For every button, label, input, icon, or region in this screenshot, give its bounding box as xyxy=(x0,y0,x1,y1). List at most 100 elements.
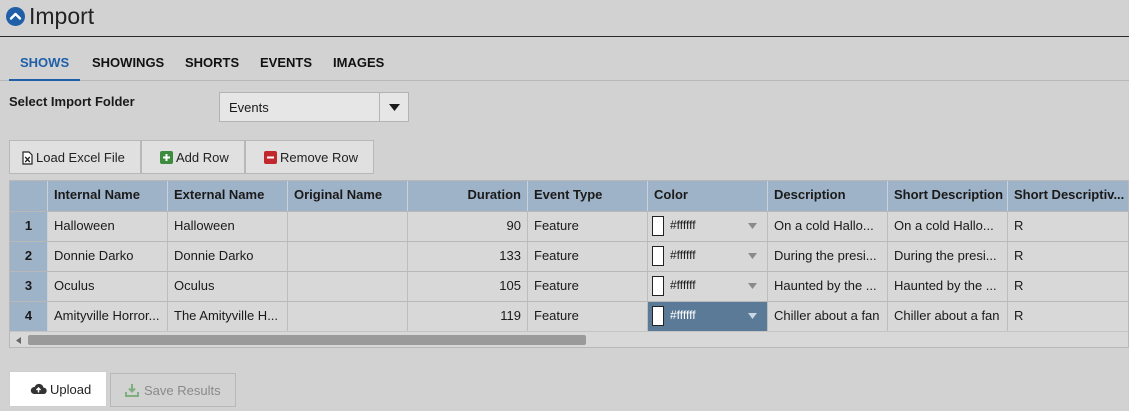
dropdown-button[interactable] xyxy=(379,93,408,121)
scroll-left-icon[interactable] xyxy=(16,337,21,344)
load-excel-file-button[interactable]: Load Excel File xyxy=(9,140,141,174)
row-number: 2 xyxy=(10,242,48,271)
cell-description[interactable]: On a cold Hallo... xyxy=(768,212,888,241)
color-swatch xyxy=(652,276,664,296)
cell-event-type[interactable]: Feature xyxy=(528,212,648,241)
cell-original-name[interactable] xyxy=(288,302,408,331)
cell-internal-name[interactable]: Amityville Horror... xyxy=(48,302,168,331)
remove-row-button[interactable]: Remove Row xyxy=(245,140,374,174)
cell-original-name[interactable] xyxy=(288,272,408,301)
cell-external-name[interactable]: Oculus xyxy=(168,272,288,301)
cell-original-name[interactable] xyxy=(288,242,408,271)
header-short-description[interactable]: Short Description xyxy=(888,181,1008,211)
color-value: #ffffff xyxy=(670,218,696,232)
cell-description[interactable]: During the presi... xyxy=(768,242,888,271)
tab-events[interactable]: EVENTS xyxy=(260,48,312,81)
tab-showings[interactable]: SHOWINGS xyxy=(92,48,164,81)
import-folder-value: Events xyxy=(229,100,269,115)
remove-row-label: Remove Row xyxy=(280,150,359,165)
cell-event-type[interactable]: Feature xyxy=(528,272,648,301)
minus-square-icon xyxy=(264,151,277,167)
cell-short-description[interactable]: On a cold Hallo... xyxy=(888,212,1008,241)
cell-short-description[interactable]: Chiller about a fan xyxy=(888,302,1008,331)
excel-file-icon xyxy=(22,151,33,168)
scrollbar-thumb[interactable] xyxy=(28,335,586,345)
shows-grid: Internal Name External Name Original Nam… xyxy=(9,180,1129,348)
tab-bar: SHOWS SHOWINGS SHORTS EVENTS IMAGES xyxy=(0,48,1129,81)
cell-duration[interactable]: 105 xyxy=(408,272,528,301)
plus-square-icon xyxy=(160,151,173,167)
load-excel-file-label: Load Excel File xyxy=(36,150,125,165)
add-row-button[interactable]: Add Row xyxy=(141,140,245,174)
cell-short-descriptive[interactable]: R xyxy=(1008,242,1128,271)
table-row[interactable]: 2 Donnie Darko Donnie Darko 133 Feature … xyxy=(10,241,1128,271)
caret-down-icon[interactable] xyxy=(748,223,757,229)
caret-down-icon xyxy=(389,104,400,111)
tab-shorts[interactable]: SHORTS xyxy=(185,48,239,81)
cell-external-name[interactable]: Halloween xyxy=(168,212,288,241)
header-internal-name[interactable]: Internal Name xyxy=(48,181,168,211)
cell-internal-name[interactable]: Donnie Darko xyxy=(48,242,168,271)
cell-short-description[interactable]: During the presi... xyxy=(888,242,1008,271)
tab-shows[interactable]: SHOWS xyxy=(9,48,81,81)
cell-original-name[interactable] xyxy=(288,212,408,241)
tab-images[interactable]: IMAGES xyxy=(333,48,384,81)
cell-color[interactable]: #ffffff xyxy=(648,242,768,271)
cell-external-name[interactable]: The Amityville H... xyxy=(168,302,288,331)
cell-event-type[interactable]: Feature xyxy=(528,242,648,271)
add-row-label: Add Row xyxy=(176,150,229,165)
header-description[interactable]: Description xyxy=(768,181,888,211)
cell-description[interactable]: Chiller about a fan xyxy=(768,302,888,331)
color-value: #ffffff xyxy=(670,308,696,322)
page-title: Import xyxy=(29,3,95,29)
header-external-name[interactable]: External Name xyxy=(168,181,288,211)
import-folder-select[interactable]: Events xyxy=(219,92,409,122)
chevron-up-circle-icon[interactable] xyxy=(6,7,25,26)
cell-internal-name[interactable]: Halloween xyxy=(48,212,168,241)
download-icon xyxy=(125,383,139,400)
cell-short-description[interactable]: Haunted by the ... xyxy=(888,272,1008,301)
row-number: 3 xyxy=(10,272,48,301)
color-swatch xyxy=(652,306,664,326)
cell-color[interactable]: #ffffff xyxy=(648,212,768,241)
horizontal-scrollbar[interactable] xyxy=(10,331,1128,347)
header-short-descriptive[interactable]: Short Descriptiv... xyxy=(1008,181,1128,211)
table-row[interactable]: 3 Oculus Oculus 105 Feature #ffffff Haun… xyxy=(10,271,1128,301)
cloud-upload-icon xyxy=(30,383,47,398)
cell-short-descriptive[interactable]: R xyxy=(1008,272,1128,301)
color-swatch xyxy=(652,246,664,266)
upload-label: Upload xyxy=(50,382,92,397)
cell-event-type[interactable]: Feature xyxy=(528,302,648,331)
import-folder-label: Select Import Folder xyxy=(9,94,135,109)
header-color[interactable]: Color xyxy=(648,181,768,211)
grid-header: Internal Name External Name Original Nam… xyxy=(10,181,1128,211)
page-header: Import xyxy=(0,0,1129,37)
upload-button[interactable]: Upload xyxy=(9,371,107,407)
cell-duration[interactable]: 90 xyxy=(408,212,528,241)
cell-internal-name[interactable]: Oculus xyxy=(48,272,168,301)
header-original-name[interactable]: Original Name xyxy=(288,181,408,211)
cell-color-selected[interactable]: #ffffff xyxy=(648,302,768,331)
table-row[interactable]: 1 Halloween Halloween 90 Feature #ffffff… xyxy=(10,211,1128,241)
cell-duration[interactable]: 119 xyxy=(408,302,528,331)
header-rownum xyxy=(10,181,48,211)
caret-down-icon[interactable] xyxy=(748,283,757,289)
color-value: #ffffff xyxy=(670,248,696,262)
save-results-button[interactable]: Save Results xyxy=(110,373,236,407)
caret-down-icon[interactable] xyxy=(748,313,757,319)
cell-short-descriptive[interactable]: R xyxy=(1008,212,1128,241)
save-results-label: Save Results xyxy=(144,383,221,398)
caret-down-icon[interactable] xyxy=(748,253,757,259)
table-row[interactable]: 4 Amityville Horror... The Amityville H.… xyxy=(10,301,1128,331)
cell-external-name[interactable]: Donnie Darko xyxy=(168,242,288,271)
color-swatch xyxy=(652,216,664,236)
cell-color[interactable]: #ffffff xyxy=(648,272,768,301)
row-number: 4 xyxy=(10,302,48,331)
header-event-type[interactable]: Event Type xyxy=(528,181,648,211)
cell-description[interactable]: Haunted by the ... xyxy=(768,272,888,301)
row-number: 1 xyxy=(10,212,48,241)
color-value: #ffffff xyxy=(670,278,696,292)
cell-duration[interactable]: 133 xyxy=(408,242,528,271)
header-duration[interactable]: Duration xyxy=(408,181,528,211)
cell-short-descriptive[interactable]: R xyxy=(1008,302,1128,331)
